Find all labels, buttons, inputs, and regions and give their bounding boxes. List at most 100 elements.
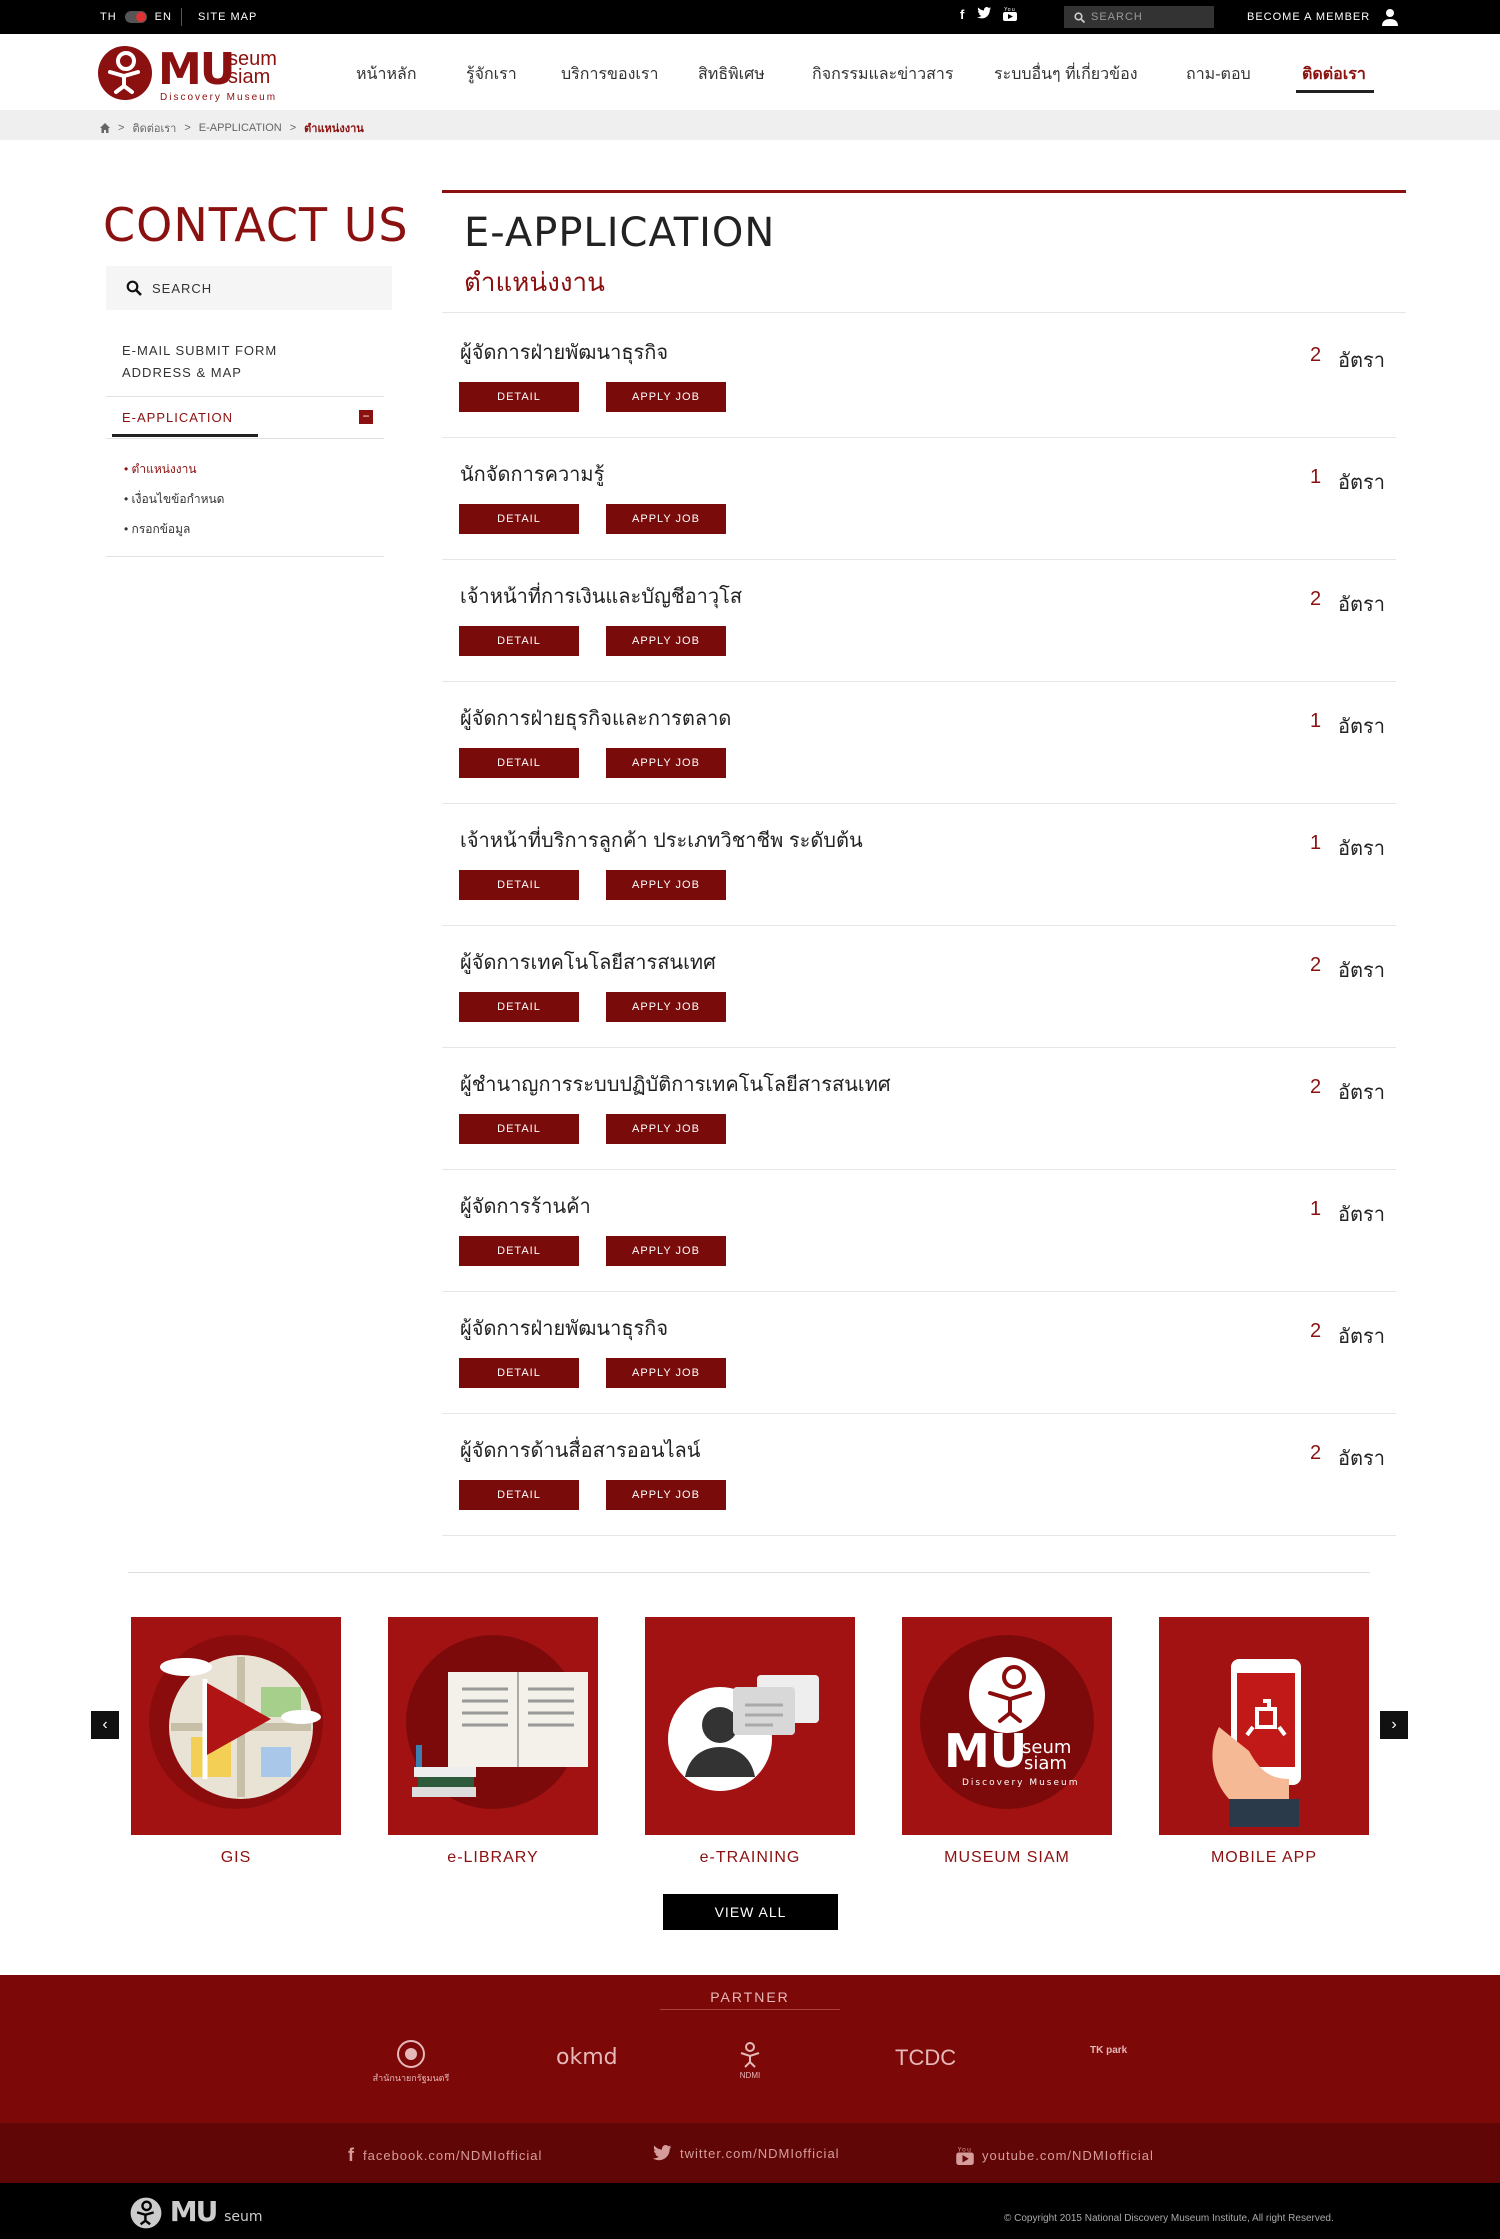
top-search-input[interactable]: SEARCH <box>1064 6 1214 28</box>
footer-twitter-link[interactable]: twitter.com/NDMIofficial <box>652 2145 840 2161</box>
partner-logo-okmd[interactable]: okmd <box>556 2045 618 2070</box>
sidebar-title: CONTACT US <box>103 198 409 252</box>
user-icon[interactable] <box>1381 8 1399 26</box>
divider <box>106 396 384 397</box>
sidebar-subitem-label: ตำแหน่งงาน <box>131 462 197 476</box>
partner-logo-pmo[interactable]: สำนักนายกรัฐมนตรี <box>366 2039 456 2085</box>
job-opening-unit: อัตรา <box>1338 960 1385 982</box>
detail-button[interactable]: DETAIL <box>459 626 579 656</box>
job-title: ผู้ชำนาญการระบบปฏิบัติการเทคโนโลยีสารสนเ… <box>460 1074 891 1096</box>
job-opening-unit: อัตรา <box>1338 1448 1385 1470</box>
apply-job-button[interactable]: APPLY JOB <box>606 1236 726 1266</box>
sidebar-item-eapplication[interactable]: E-APPLICATION <box>122 410 233 425</box>
detail-button[interactable]: DETAIL <box>459 1358 579 1388</box>
job-opening-unit: อัตรา <box>1338 1326 1385 1348</box>
sidebar-subitem-positions[interactable]: • ตำแหน่งงาน <box>124 460 197 479</box>
svg-text:siam: siam <box>1024 1753 1067 1774</box>
detail-button[interactable]: DETAIL <box>459 748 579 778</box>
nav-services[interactable]: บริการของเรา <box>561 62 658 87</box>
service-card-mobile-app[interactable] <box>1159 1617 1369 1835</box>
carousel-next-button[interactable]: › <box>1380 1711 1408 1739</box>
view-all-button[interactable]: VIEW ALL <box>663 1894 838 1930</box>
page-title: E-APPLICATION <box>464 210 776 256</box>
logo-text-seum-siam: seum siam <box>228 49 277 87</box>
svg-text:Discovery Museum: Discovery Museum <box>962 1778 1080 1788</box>
apply-job-button[interactable]: APPLY JOB <box>606 870 726 900</box>
home-icon[interactable] <box>100 123 110 133</box>
sidebar-subitem-terms[interactable]: • เงื่อนไขข้อกำหนด <box>124 490 224 509</box>
service-label-mobile-app[interactable]: MOBILE APP <box>1159 1849 1369 1867</box>
nav-contact[interactable]: ติดต่อเรา <box>1302 62 1366 87</box>
nav-about[interactable]: รู้จักเรา <box>466 62 517 87</box>
apply-job-button[interactable]: APPLY JOB <box>606 382 726 412</box>
detail-button[interactable]: DETAIL <box>459 382 579 412</box>
sidebar-item-email-form[interactable]: E-MAIL SUBMIT FORM <box>122 340 277 362</box>
apply-job-button[interactable]: APPLY JOB <box>606 748 726 778</box>
sitemap-link[interactable]: SITE MAP <box>198 11 257 23</box>
apply-job-button[interactable]: APPLY JOB <box>606 504 726 534</box>
service-label-gis[interactable]: GIS <box>131 1849 341 1867</box>
job-opening-unit: อัตรา <box>1338 594 1385 616</box>
detail-button[interactable]: DETAIL <box>459 504 579 534</box>
partner-logo-tcdc[interactable]: TCDC <box>895 2045 956 2071</box>
job-title: เจ้าหน้าที่บริการลูกค้า ประเภทวิชาชีพ ระ… <box>460 830 863 852</box>
detail-button[interactable]: DETAIL <box>459 1236 579 1266</box>
job-opening-count: 2 <box>1310 1076 1322 1098</box>
service-label-elibrary[interactable]: e-LIBRARY <box>388 1849 598 1867</box>
footer-youtube-link[interactable]: You youtube.com/NDMIofficial <box>956 2145 1154 2165</box>
service-label-etraining[interactable]: e-TRAINING <box>645 1849 855 1867</box>
apply-job-button[interactable]: APPLY JOB <box>606 626 726 656</box>
sidebar-item-address-map[interactable]: ADDRESS & MAP <box>122 362 277 384</box>
language-toggle[interactable] <box>124 11 147 23</box>
job-title: ผู้จัดการฝ่ายพัฒนาธุรกิจ <box>460 342 669 364</box>
service-card-elibrary[interactable] <box>388 1617 598 1835</box>
apply-job-button[interactable]: APPLY JOB <box>606 1114 726 1144</box>
service-card-museum-siam[interactable]: MU seum siam Discovery Museum <box>902 1617 1112 1835</box>
footer-facebook-link[interactable]: f facebook.com/NDMIofficial <box>348 2145 542 2166</box>
breadcrumb-contact[interactable]: ติดต่อเรา <box>132 119 176 137</box>
partner-logo-ndmi[interactable]: NDMI <box>728 2039 772 2080</box>
lang-th[interactable]: TH <box>100 11 117 23</box>
partner-logo-tkpark[interactable]: TK park <box>1090 2045 1127 2056</box>
service-card-gis[interactable] <box>131 1617 341 1835</box>
nav-other-systems[interactable]: ระบบอื่นๆ ที่เกี่ยวข้อง <box>994 62 1138 87</box>
job-row: เจ้าหน้าที่บริการลูกค้า ประเภทวิชาชีพ ระ… <box>442 804 1396 926</box>
language-switch[interactable]: TH EN <box>100 11 172 23</box>
become-member-link[interactable]: BECOME A MEMBER <box>1247 11 1370 23</box>
detail-button[interactable]: DETAIL <box>459 870 579 900</box>
detail-button[interactable]: DETAIL <box>459 1480 579 1510</box>
service-label-museum-siam[interactable]: MUSEUM SIAM <box>902 1849 1112 1867</box>
job-opening-unit: อัตรา <box>1338 838 1385 860</box>
collapse-icon[interactable]: − <box>359 410 373 424</box>
sidebar-subitem-label: กรอกข้อมูล <box>131 522 191 536</box>
nav-home[interactable]: หน้าหลัก <box>356 62 417 87</box>
top-search-placeholder: SEARCH <box>1091 11 1143 23</box>
nav-privileges[interactable]: สิทธิพิเศษ <box>698 62 765 87</box>
nav-faq[interactable]: ถาม-ตอบ <box>1186 62 1251 87</box>
svg-text:MU: MU <box>944 1724 1027 1778</box>
carousel-prev-button[interactable]: ‹ <box>91 1711 119 1739</box>
breadcrumb-eapplication[interactable]: E-APPLICATION <box>199 122 282 134</box>
job-opening-count: 2 <box>1310 1442 1322 1464</box>
nav-activities[interactable]: กิจกรรมและข่าวสาร <box>812 62 953 87</box>
lang-en[interactable]: EN <box>155 11 172 23</box>
footer-logo[interactable]: MU seum <box>130 2195 263 2229</box>
job-opening-count: 2 <box>1310 588 1322 610</box>
museum-siam-logo[interactable]: MU seum siam Discovery Museum <box>98 44 298 103</box>
facebook-icon[interactable]: f <box>960 7 965 24</box>
youtube-icon[interactable]: You <box>1003 7 1018 24</box>
job-title: ผู้จัดการเทคโนโลยีสารสนเทศ <box>460 952 716 974</box>
detail-button[interactable]: DETAIL <box>459 1114 579 1144</box>
job-opening-unit: อัตรา <box>1338 716 1385 738</box>
detail-button[interactable]: DETAIL <box>459 992 579 1022</box>
copyright-text: © Copyright 2015 National Discovery Muse… <box>1004 2213 1334 2224</box>
sidebar-search-input[interactable]: SEARCH <box>106 266 392 310</box>
apply-job-button[interactable]: APPLY JOB <box>606 992 726 1022</box>
apply-job-button[interactable]: APPLY JOB <box>606 1358 726 1388</box>
twitter-icon[interactable] <box>977 7 992 24</box>
job-row: ผู้จัดการฝ่ายพัฒนาธุรกิจ DETAIL APPLY JOB 2… <box>442 1292 1396 1414</box>
apply-job-button[interactable]: APPLY JOB <box>606 1480 726 1510</box>
service-card-etraining[interactable] <box>645 1617 855 1835</box>
sidebar-subitem-fill-form[interactable]: • กรอกข้อมูล <box>124 520 190 539</box>
breadcrumb-current: ตำแหน่งงาน <box>304 123 364 135</box>
